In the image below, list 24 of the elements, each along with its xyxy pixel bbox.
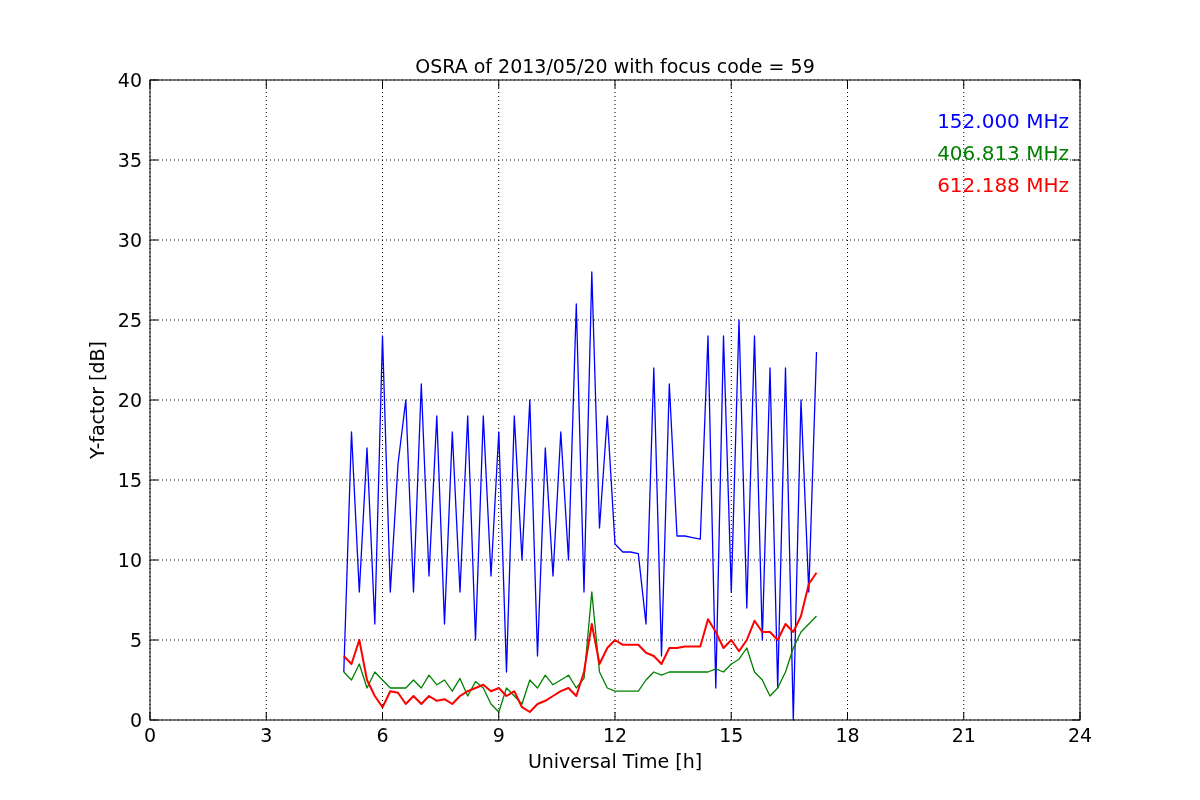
x-tick-label: 0 — [143, 724, 157, 746]
y-tick-label: 20 — [117, 389, 142, 411]
legend-label: 152.000 MHz — [937, 109, 1069, 133]
y-tick-label: 15 — [117, 469, 142, 491]
x-tick-label: 18 — [835, 724, 860, 746]
y-tick-label: 5 — [129, 629, 142, 651]
chart-title: OSRA of 2013/05/20 with focus code = 59 — [415, 55, 815, 77]
y-tick-label: 40 — [117, 69, 142, 91]
y-tick-label: 10 — [117, 549, 142, 571]
y-axis-label: Y-factor [dB] — [86, 341, 108, 459]
x-tick-label: 24 — [1067, 724, 1093, 746]
x-tick-label: 9 — [492, 724, 505, 746]
x-tick-label: 12 — [602, 724, 628, 746]
y-tick-label: 0 — [129, 709, 142, 731]
x-tick-label: 21 — [951, 724, 976, 746]
y-tick-label: 30 — [117, 229, 142, 251]
legend-label: 612.188 MHz — [937, 173, 1069, 197]
x-axis-label: Universal Time [h] — [527, 750, 703, 772]
x-tick-label: 6 — [376, 724, 389, 746]
y-tick-label: 35 — [117, 149, 142, 171]
legend-label: 406.813 MHz — [937, 141, 1069, 165]
x-tick-label: 3 — [260, 724, 273, 746]
y-tick-label: 25 — [117, 309, 142, 331]
x-tick-label: 15 — [719, 724, 744, 746]
